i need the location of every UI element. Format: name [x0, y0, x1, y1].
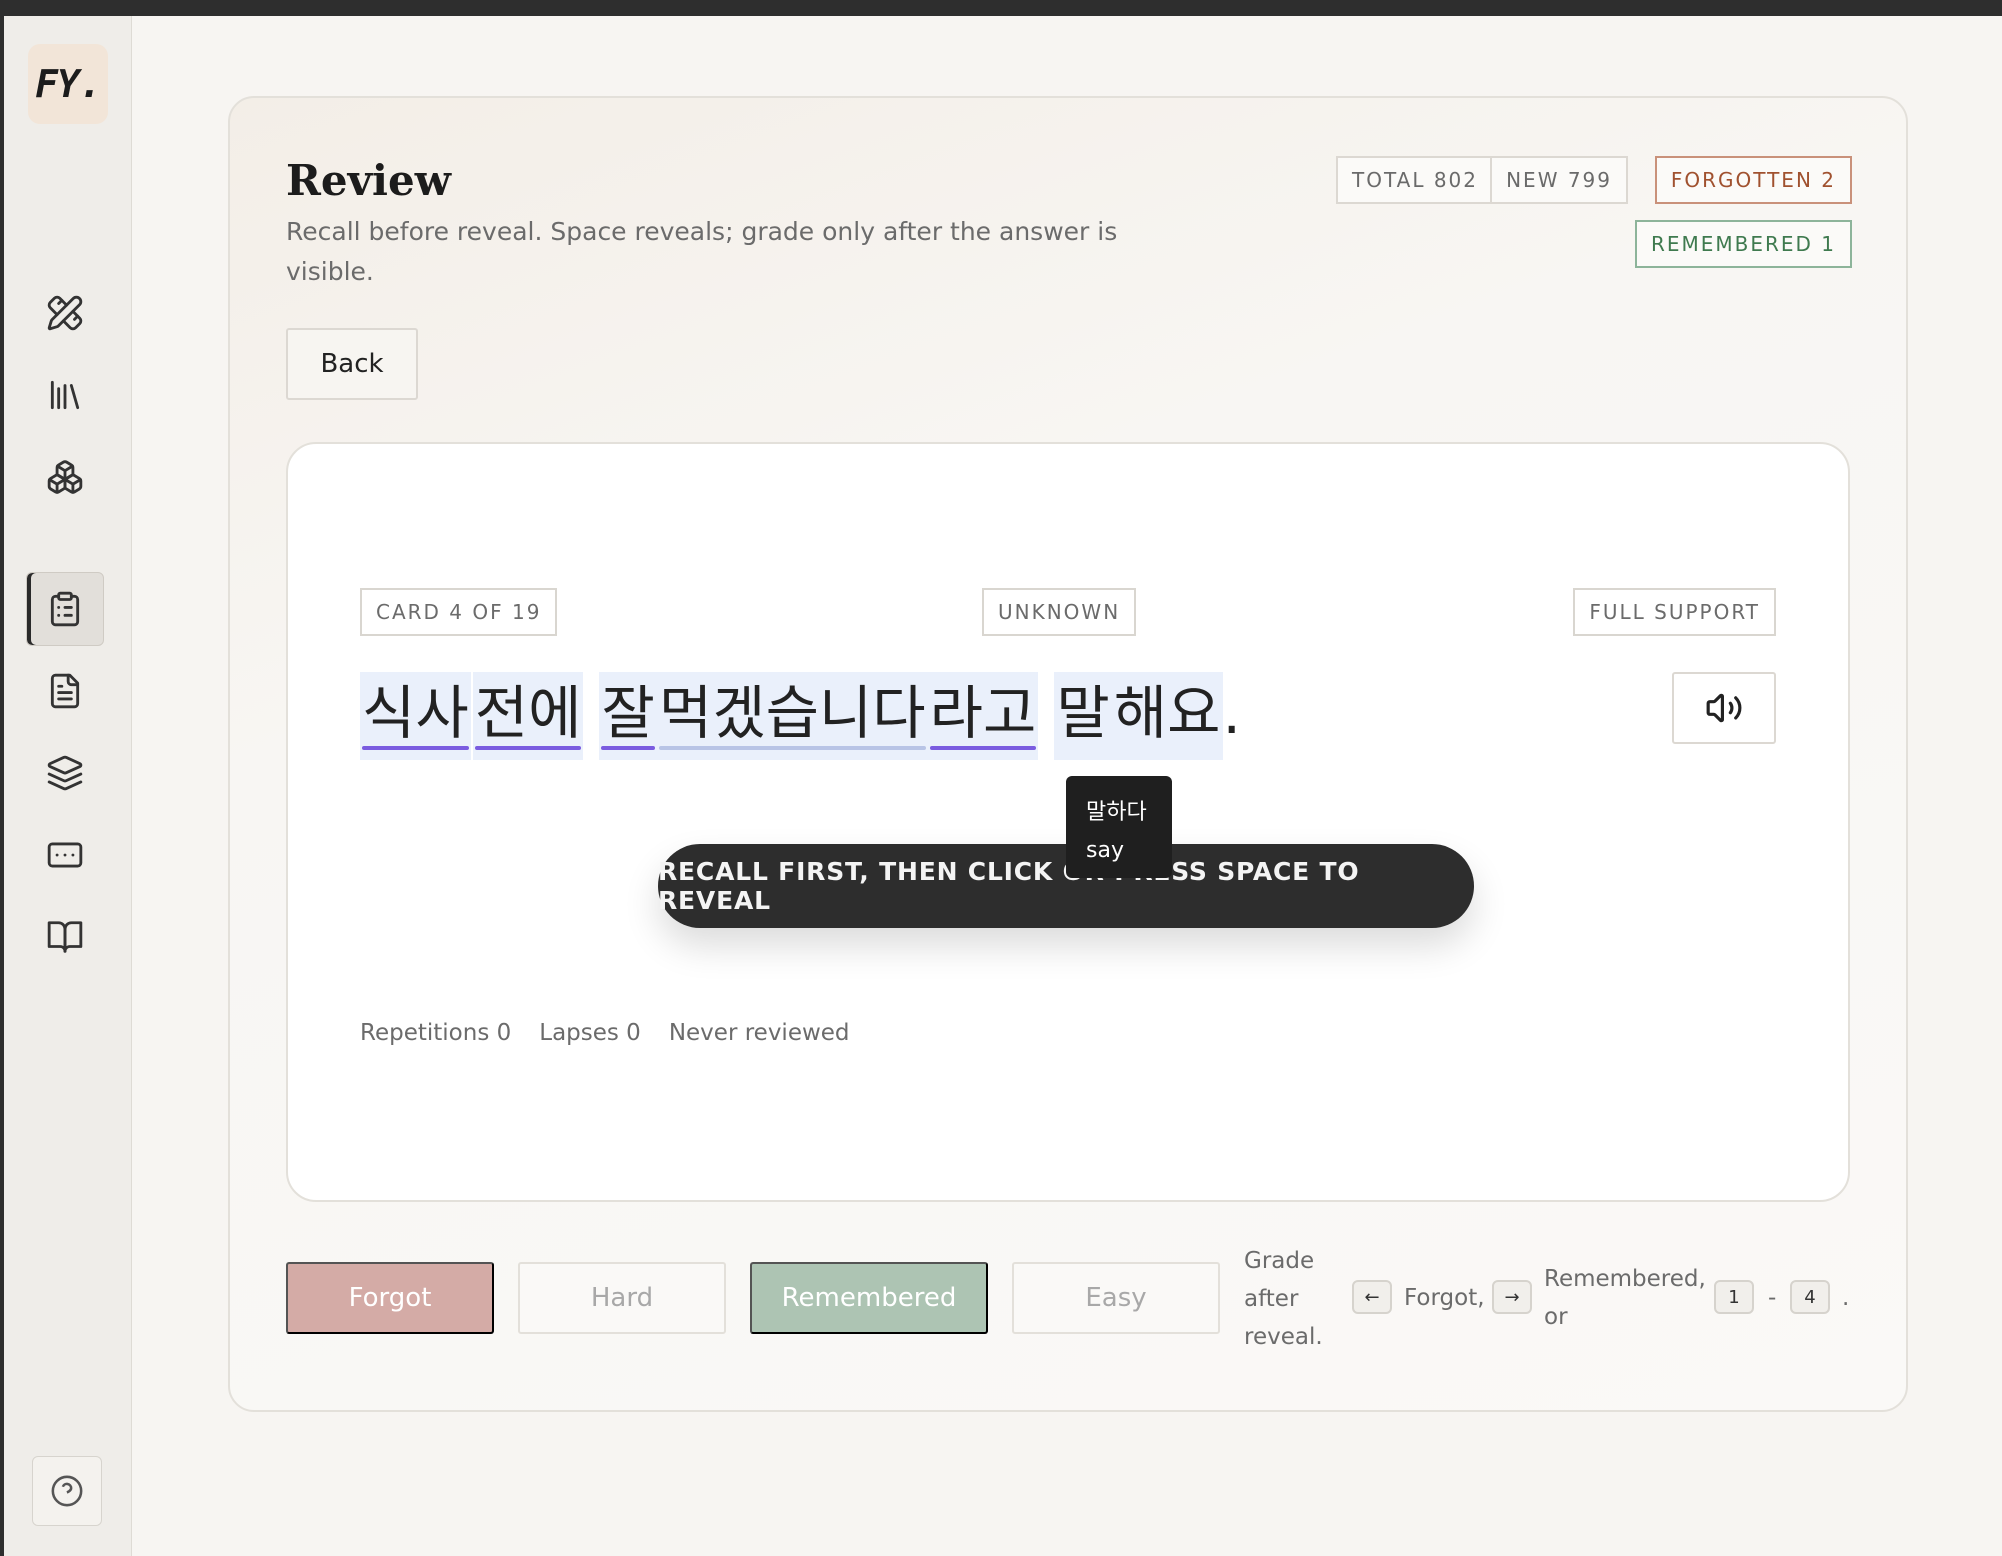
- token[interactable]: 말: [1054, 672, 1112, 760]
- window-titlebar: [0, 0, 2002, 16]
- key-4: 4: [1790, 1280, 1830, 1314]
- nav-item-modules[interactable]: [26, 440, 104, 514]
- token[interactable]: 잘: [599, 672, 657, 760]
- repetitions-count: Repetitions 0: [360, 1020, 512, 1046]
- key-1: 1: [1714, 1280, 1754, 1314]
- sentence-period: .: [1222, 679, 1241, 747]
- help-button[interactable]: [32, 1456, 102, 1526]
- boxes-icon: [47, 460, 83, 494]
- review-history: Never reviewed: [668, 1020, 850, 1046]
- play-audio-button[interactable]: [1672, 672, 1776, 744]
- tooltip-word: 말하다: [1086, 800, 1147, 825]
- stat-new: NEW 799: [1490, 156, 1628, 204]
- remembered-button[interactable]: Remembered: [750, 1262, 988, 1334]
- token[interactable]: 식사: [360, 672, 471, 760]
- token[interactable]: 먹겠습니다: [656, 672, 928, 760]
- grade-bar: Forgot Hard Remembered Easy Grade after …: [286, 1248, 1850, 1382]
- tooltip-gloss: say: [1086, 838, 1124, 863]
- card-status-chip: UNKNOWN: [982, 588, 1137, 636]
- nav-item-create[interactable]: [26, 276, 104, 350]
- nav-item-documents[interactable]: [26, 654, 104, 728]
- forgot-button[interactable]: Forgot: [286, 1262, 494, 1334]
- page-title: Review: [286, 156, 451, 205]
- card-sentence: 식사 전에 잘 먹겠습니다 라고 말 해요.: [360, 672, 1241, 762]
- card-meta: Repetitions 0 Lapses 0 Never reviewed: [360, 1020, 850, 1046]
- key-left-arrow: ←: [1352, 1280, 1392, 1314]
- sidebar: FY.: [0, 16, 132, 1556]
- easy-button[interactable]: Easy: [1012, 1262, 1220, 1334]
- volume-icon: [1706, 693, 1742, 723]
- hint-forgot: Forgot,: [1404, 1285, 1485, 1311]
- nav-item-decks[interactable]: [26, 736, 104, 810]
- nav-item-library[interactable]: [26, 358, 104, 432]
- keyboard-icon: [47, 842, 83, 868]
- layers-icon: [47, 755, 83, 791]
- support-level-chip[interactable]: FULL SUPPORT: [1573, 588, 1776, 636]
- token[interactable]: 라고: [927, 672, 1039, 760]
- lapses-count: Lapses 0: [539, 1020, 641, 1046]
- library-icon: [50, 380, 80, 410]
- nav-item-typing[interactable]: [26, 818, 104, 892]
- grade-hint: Grade after reveal.: [1244, 1248, 1323, 1350]
- token[interactable]: 전에: [472, 672, 584, 760]
- file-text-icon: [50, 673, 80, 709]
- nav-item-review[interactable]: [26, 572, 104, 646]
- hint-dash: -: [1768, 1285, 1777, 1311]
- app-logo[interactable]: FY.: [28, 44, 108, 124]
- token[interactable]: 해요: [1111, 672, 1223, 760]
- back-button[interactable]: Back: [286, 328, 418, 400]
- hint-remembered: Remembered, or: [1544, 1266, 1706, 1330]
- page-subtitle: Recall before reveal. Space reveals; gra…: [286, 217, 1118, 286]
- stat-forgotten: FORGOTTEN 2: [1654, 156, 1852, 204]
- help-circle-icon: [51, 1475, 83, 1507]
- book-open-icon: [47, 921, 83, 953]
- clipboard-list-icon: [50, 591, 80, 627]
- nav-item-reader[interactable]: [26, 900, 104, 974]
- key-right-arrow: →: [1492, 1280, 1532, 1314]
- stat-total: TOTAL 802: [1336, 156, 1494, 204]
- stat-remembered: REMEMBERED 1: [1634, 220, 1852, 268]
- review-panel: Review Recall before reveal. Space revea…: [228, 96, 1908, 1412]
- hint-end: .: [1842, 1285, 1850, 1311]
- hard-button[interactable]: Hard: [518, 1262, 726, 1334]
- pencil-ruler-icon: [47, 295, 83, 331]
- flashcard[interactable]: CARD 4 OF 19 UNKNOWN FULL SUPPORT 식사 전에 잘…: [286, 442, 1850, 1202]
- word-tooltip: 말하다 say: [1066, 776, 1172, 878]
- card-position-chip: CARD 4 OF 19: [360, 588, 558, 636]
